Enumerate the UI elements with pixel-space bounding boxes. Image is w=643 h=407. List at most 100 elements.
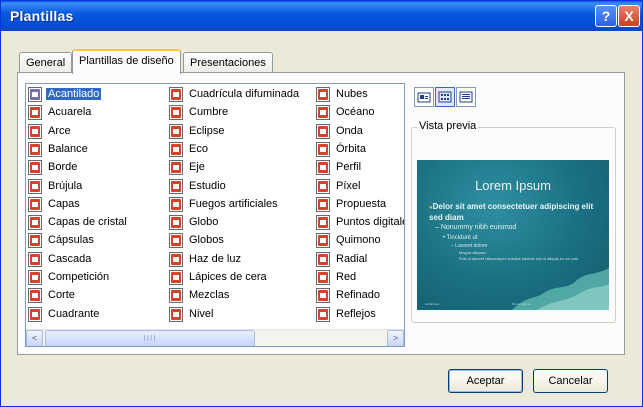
tab-presentaciones[interactable]: Presentaciones (183, 52, 273, 73)
template-icon (316, 87, 330, 102)
template-label: Acantilado (46, 88, 102, 100)
template-icon (169, 178, 183, 194)
template-label: Océano (336, 106, 375, 119)
large-icons-view-button[interactable] (414, 87, 434, 107)
template-label: Estudio (189, 179, 226, 192)
close-button[interactable]: X (618, 5, 640, 27)
template-icon (316, 251, 330, 267)
template-label: Acuarela (48, 106, 92, 119)
preview-group: Vista previa Lorem Ipsum Delor sit amet … (411, 120, 616, 323)
template-label: Arce (48, 124, 71, 137)
templates-list[interactable]: Acantilado Acuarela Arce Balance Borde Brújul… (25, 83, 405, 347)
wave-decoration-icon (512, 268, 609, 310)
template-icon (316, 105, 330, 121)
template-label: Capas (48, 197, 80, 210)
template-label: Fuegos artificiales (189, 197, 278, 210)
template-icon (169, 233, 183, 249)
cancel-button[interactable]: Cancelar (533, 369, 608, 393)
template-icon (169, 141, 183, 157)
template-label: Competición (48, 271, 110, 283)
template-icon (28, 233, 42, 249)
details-view-button[interactable] (456, 87, 476, 107)
template-icon (316, 141, 330, 157)
template-label: Lápices de cera (189, 271, 267, 283)
template-icon (316, 178, 330, 194)
horizontal-scrollbar[interactable]: < IIII > (26, 329, 404, 346)
template-icon (316, 196, 330, 212)
details-view-icon (459, 91, 473, 103)
template-icon (28, 306, 42, 322)
dialog-title: Plantillas (10, 8, 74, 24)
slide-preview: Lorem Ipsum Delor sit amet consectetuer … (417, 160, 609, 310)
slide-footer-left: fecha/hora (425, 302, 440, 306)
template-icon (169, 270, 183, 285)
template-icon (316, 270, 330, 285)
large-icons-view-icon (417, 92, 431, 103)
template-label: Red (336, 271, 357, 283)
template-icon (316, 215, 330, 231)
template-label: Capas de cristal (48, 216, 127, 229)
template-label: Cuadrante (48, 307, 100, 320)
tab-general[interactable]: General (19, 52, 73, 73)
template-icon (28, 196, 42, 212)
template-icon (28, 178, 42, 194)
template-icon (28, 87, 42, 102)
template-label: Borde (48, 161, 78, 174)
list-view-button[interactable] (435, 87, 455, 107)
template-label: Cuadrícula difuminada (189, 88, 300, 100)
tab-plantillas-de-diseno[interactable]: Plantillas de diseño (72, 49, 181, 74)
template-icon (169, 123, 183, 139)
template-label: Cascada (48, 252, 92, 265)
template-label: Órbita (336, 142, 366, 155)
template-icon (28, 160, 42, 176)
template-icon (316, 123, 330, 139)
template-icon (169, 306, 183, 322)
template-icon (28, 105, 42, 121)
templates-dialog: Plantillas ? X General Plantillas de dis… (0, 0, 643, 407)
template-icon (28, 288, 42, 304)
template-label: Radial (336, 252, 368, 265)
ok-button[interactable]: Aceptar (448, 369, 523, 393)
template-icon (316, 160, 330, 176)
title-bar[interactable]: Plantillas ? X (1, 1, 642, 31)
template-icon (28, 270, 42, 285)
template-label: Cumbre (189, 106, 229, 119)
template-label: Corte (48, 289, 75, 302)
template-label: Quimono (336, 234, 381, 247)
help-button[interactable]: ? (595, 5, 617, 27)
template-icon (28, 141, 42, 157)
template-icon (169, 251, 183, 267)
slide-footer-right: Pie de página (512, 302, 531, 306)
scroll-thumb[interactable]: IIII (45, 330, 255, 346)
template-label: Píxel (336, 179, 361, 192)
template-label: Onda (336, 124, 363, 137)
list-view-icon (438, 91, 452, 103)
template-icon (316, 288, 330, 304)
template-label: Refinado (336, 289, 381, 302)
template-label: Puntos digitale (336, 216, 405, 229)
scroll-left-button[interactable]: < (26, 330, 43, 346)
preview-label: Vista previa (417, 120, 479, 132)
template-icon (316, 306, 330, 322)
template-label: Nubes (336, 88, 368, 100)
template-label: Brújula (48, 179, 83, 192)
template-label: Reflejos (336, 307, 376, 320)
template-icon (169, 105, 183, 121)
scroll-right-button[interactable]: > (387, 330, 404, 346)
template-icon (169, 160, 183, 176)
template-label: Globo (189, 216, 219, 229)
template-label: Nivel (189, 307, 214, 320)
template-label: Globos (189, 234, 224, 247)
template-icon (28, 251, 42, 267)
template-icon (169, 87, 183, 102)
template-label: Haz de luz (189, 252, 241, 265)
template-icon (28, 123, 42, 139)
template-label: Propuesta (336, 197, 387, 210)
template-icon (169, 196, 183, 212)
template-label: Eclipse (189, 124, 225, 137)
template-icon (169, 288, 183, 304)
template-label: Perfil (336, 161, 362, 174)
template-icon (28, 215, 42, 231)
template-icon (316, 233, 330, 249)
template-label: Eco (189, 142, 208, 155)
